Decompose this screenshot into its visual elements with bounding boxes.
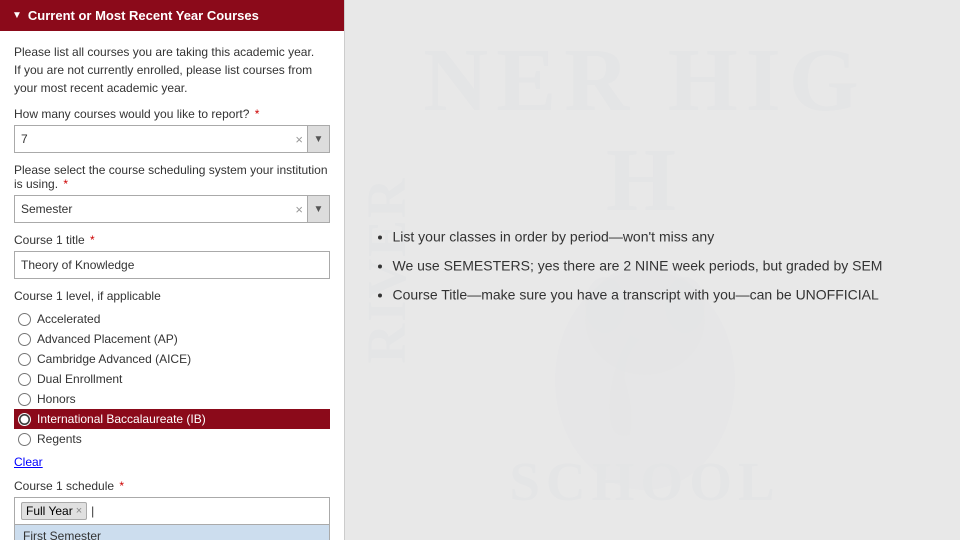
clear-link[interactable]: Clear (14, 455, 43, 469)
schedule-required: * (119, 479, 124, 493)
form-body: Please list all courses you are taking t… (0, 31, 344, 540)
bullet-2: We use SEMESTERS; yes there are 2 NINE w… (393, 256, 933, 277)
level-dual[interactable]: Dual Enrollment (14, 369, 330, 389)
bullet-list: List your classes in order by period—won… (373, 227, 933, 306)
left-panel: ▼ Current or Most Recent Year Courses Pl… (0, 0, 345, 540)
scheduling-select[interactable]: Semester × ▼ (14, 195, 330, 223)
description-text: Please list all courses you are taking t… (14, 43, 330, 97)
courses-question-label: How many courses would you like to repor… (14, 107, 330, 121)
scheduling-dropdown-icon[interactable]: ▼ (307, 196, 329, 222)
schedule-cursor: | (91, 504, 94, 518)
schedule-tag-remove[interactable]: × (76, 505, 82, 517)
schedule-first-semester[interactable]: First Semester (15, 525, 329, 540)
scheduling-value: Semester (15, 195, 291, 223)
svg-text:NER HIG: NER HIG (423, 31, 867, 130)
scheduling-label: Please select the course scheduling syst… (14, 163, 330, 191)
scheduling-required: * (63, 177, 68, 191)
svg-text:H: H (606, 131, 684, 230)
bullets-overlay: List your classes in order by period—won… (373, 227, 933, 314)
right-panel: NER HIG H SCHOOL RIVER List your classes… (345, 0, 960, 540)
schedule-tag-input[interactable]: Full Year × | (14, 497, 330, 525)
courses-clear-icon[interactable]: × (291, 132, 307, 147)
required-marker: * (255, 107, 260, 121)
svg-text:SCHOOL: SCHOOL (509, 451, 780, 512)
section-title: Current or Most Recent Year Courses (28, 8, 259, 23)
section-header: ▼ Current or Most Recent Year Courses (0, 0, 344, 31)
level-honors[interactable]: Honors (14, 389, 330, 409)
bullet-1: List your classes in order by period—won… (393, 227, 933, 248)
collapse-triangle[interactable]: ▼ (12, 10, 22, 21)
course-title-label: Course 1 title * (14, 233, 330, 247)
level-ap[interactable]: Advanced Placement (AP) (14, 329, 330, 349)
schedule-label: Course 1 schedule * (14, 479, 330, 493)
level-ib[interactable]: International Baccalaureate (IB) (14, 409, 330, 429)
courses-value: 7 (15, 125, 291, 153)
course-title-input[interactable] (14, 251, 330, 279)
course-level-label: Course 1 level, if applicable (14, 289, 330, 303)
scheduling-clear-icon[interactable]: × (291, 202, 307, 217)
course-title-required: * (90, 233, 95, 247)
courses-select[interactable]: 7 × ▼ (14, 125, 330, 153)
level-accelerated[interactable]: Accelerated (14, 309, 330, 329)
level-cambridge[interactable]: Cambridge Advanced (AICE) (14, 349, 330, 369)
courses-dropdown-icon[interactable]: ▼ (307, 126, 329, 152)
schedule-tag: Full Year × (21, 502, 87, 520)
level-regents[interactable]: Regents (14, 429, 330, 449)
course-level-radio-group: Accelerated Advanced Placement (AP) Camb… (14, 309, 330, 449)
bullet-3: Course Title—make sure you have a transc… (393, 285, 933, 306)
schedule-dropdown: First Semester (14, 525, 330, 540)
